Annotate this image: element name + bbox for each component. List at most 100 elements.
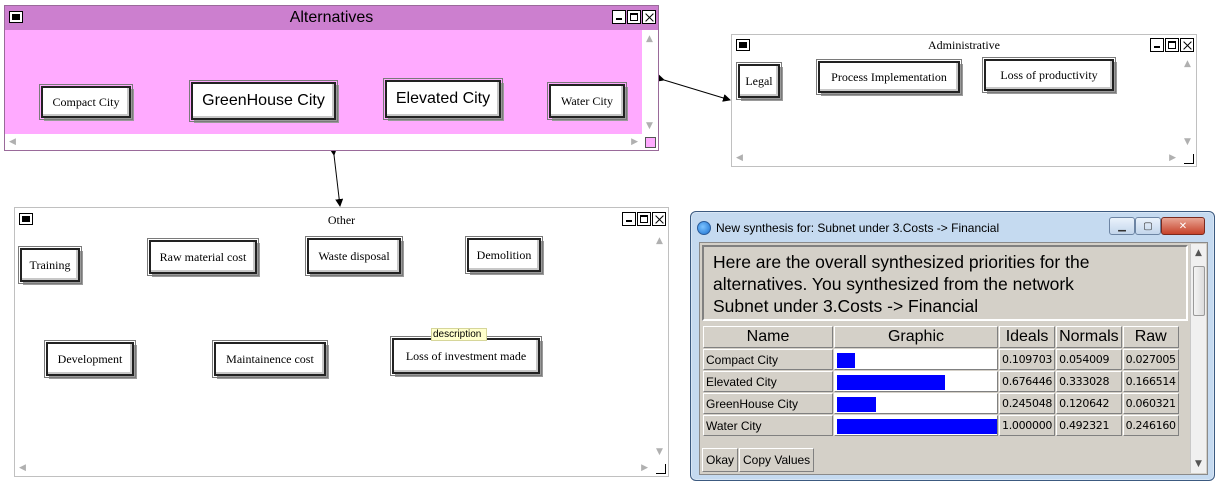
col-header-name[interactable]: Name (703, 326, 833, 348)
alternatives-titlebar[interactable]: Alternatives (5, 6, 658, 30)
graphic-cell (834, 349, 998, 370)
node-development[interactable]: Development (44, 340, 136, 378)
priority-bar (837, 375, 945, 390)
scroll-down-icon[interactable]: ▼ (646, 121, 653, 131)
table-row[interactable]: Compact City 0.109703 0.054009 0.027005 (703, 349, 1179, 370)
minimize-icon[interactable] (622, 212, 636, 226)
system-menu-icon[interactable] (19, 213, 33, 225)
maximize-icon[interactable] (627, 10, 641, 24)
node-legal[interactable]: Legal (736, 62, 782, 100)
close-icon[interactable] (642, 10, 656, 24)
table-row[interactable]: Elevated City 0.676446 0.333028 0.166514 (703, 371, 1179, 392)
horizontal-scrollbar[interactable]: ◀ ▶ (732, 150, 1180, 166)
minimize-icon[interactable] (1150, 38, 1164, 52)
maximize-icon[interactable] (1165, 38, 1179, 52)
administrative-window: Administrative Legal Process Implementat… (731, 34, 1197, 167)
resize-grip-icon[interactable] (645, 137, 656, 148)
maximize-icon[interactable]: ▢ (1135, 217, 1161, 235)
dialog-title: New synthesis for: Subnet under 3.Costs … (716, 221, 1000, 235)
normal-value: 0.120642 (1056, 393, 1122, 414)
priority-bar (837, 353, 855, 368)
node-tooltip: description (431, 328, 487, 341)
scroll-up-icon[interactable]: ▲ (1184, 59, 1191, 69)
node-demolition[interactable]: Demolition (465, 236, 543, 274)
col-header-normals[interactable]: Normals (1056, 326, 1122, 348)
node-greenhouse-city[interactable]: GreenHouse City (189, 80, 338, 122)
row-name: GreenHouse City (703, 393, 833, 414)
scroll-left-icon[interactable]: ◀ (736, 153, 743, 163)
table-header-row: Name Graphic Ideals Normals Raw (703, 326, 1179, 348)
other-canvas[interactable]: Training Raw material cost Waste disposa… (15, 232, 652, 460)
col-header-raw[interactable]: Raw (1122, 326, 1179, 348)
minimize-icon[interactable]: ▁ (1109, 217, 1135, 235)
scroll-up-icon[interactable]: ▲ (1195, 248, 1202, 258)
graphic-cell (834, 393, 998, 414)
node-training[interactable]: Training (18, 246, 82, 284)
scroll-left-icon[interactable]: ◀ (19, 463, 26, 473)
graphic-cell (834, 415, 998, 436)
close-icon[interactable] (652, 212, 666, 226)
scroll-down-icon[interactable]: ▼ (1195, 459, 1202, 469)
close-icon[interactable] (1180, 38, 1194, 52)
scroll-right-icon[interactable]: ▶ (631, 137, 638, 147)
node-waste-disposal[interactable]: Waste disposal (305, 236, 403, 276)
scroll-left-icon[interactable]: ◀ (9, 137, 16, 147)
message-line: Subnet under 3.Costs -> Financial (713, 296, 979, 316)
close-icon[interactable]: ✕ (1161, 217, 1205, 235)
synthesis-dialog: New synthesis for: Subnet under 3.Costs … (690, 211, 1215, 481)
vertical-scrollbar[interactable]: ▲ ▼ (1180, 55, 1196, 150)
resize-grip-icon[interactable] (656, 464, 666, 474)
alternatives-canvas[interactable]: Compact City GreenHouse City Elevated Ci… (5, 30, 642, 134)
administrative-titlebar[interactable]: Administrative (732, 35, 1196, 55)
scroll-right-icon[interactable]: ▶ (1169, 153, 1176, 163)
dialog-vertical-scrollbar[interactable]: ▲ ▼ (1190, 244, 1206, 473)
node-process-implementation[interactable]: Process Implementation (816, 59, 962, 95)
scroll-down-icon[interactable]: ▼ (1184, 137, 1191, 147)
system-menu-icon[interactable] (9, 11, 23, 23)
scroll-right-icon[interactable]: ▶ (641, 463, 648, 473)
node-water-city[interactable]: Water City (547, 82, 627, 120)
system-menu-icon[interactable] (736, 39, 750, 51)
scroll-up-icon[interactable]: ▲ (646, 34, 653, 44)
priorities-table: Name Graphic Ideals Normals Raw Compact … (702, 325, 1180, 437)
node-raw-material-cost[interactable]: Raw material cost (147, 238, 259, 276)
resize-grip-icon[interactable] (1184, 154, 1194, 164)
copy-values-button[interactable]: Copy Values (739, 448, 815, 472)
scroll-down-icon[interactable]: ▼ (656, 447, 663, 457)
scroll-thumb[interactable] (1193, 266, 1205, 316)
raw-value: 0.027005 (1122, 349, 1179, 370)
alternatives-window: Alternatives Compact City GreenHouse Cit… (4, 5, 659, 151)
node-loss-of-investment-made[interactable]: Loss of investment made (390, 336, 542, 376)
window-title: Alternatives (289, 9, 374, 26)
row-name: Elevated City (703, 371, 833, 392)
normal-value: 0.333028 (1056, 371, 1122, 392)
okay-button[interactable]: Okay (702, 448, 739, 472)
raw-value: 0.166514 (1122, 371, 1179, 392)
node-elevated-city[interactable]: Elevated City (383, 78, 503, 120)
priority-bar (837, 419, 997, 434)
maximize-icon[interactable] (637, 212, 651, 226)
vertical-scrollbar[interactable]: ▲ ▼ (652, 232, 668, 460)
scroll-up-icon[interactable]: ▲ (656, 236, 663, 246)
ideal-value: 1.000000 (999, 415, 1056, 436)
node-loss-of-productivity[interactable]: Loss of productivity (982, 57, 1116, 93)
raw-value: 0.246160 (1122, 415, 1179, 436)
table-row[interactable]: GreenHouse City 0.245048 0.120642 0.0603… (703, 393, 1179, 414)
administrative-canvas[interactable]: Legal Process Implementation Loss of pro… (732, 55, 1180, 150)
synthesis-message: Here are the overall synthesized priorit… (702, 245, 1188, 321)
col-header-ideals[interactable]: Ideals (999, 326, 1056, 348)
other-titlebar[interactable]: Other (15, 208, 668, 232)
table-row[interactable]: Water City 1.000000 0.492321 0.246160 (703, 415, 1179, 436)
ideal-value: 0.245048 (999, 393, 1056, 414)
horizontal-scrollbar[interactable]: ◀ ▶ (5, 134, 642, 150)
window-title: Other (327, 212, 356, 227)
normal-value: 0.492321 (1056, 415, 1122, 436)
vertical-scrollbar[interactable]: ▲ ▼ (642, 30, 658, 134)
col-header-graphic[interactable]: Graphic (834, 326, 998, 348)
horizontal-scrollbar[interactable]: ◀ ▶ (15, 460, 652, 476)
node-maintainence-cost[interactable]: Maintainence cost (212, 340, 328, 378)
node-compact-city[interactable]: Compact City (39, 84, 133, 120)
minimize-icon[interactable] (612, 10, 626, 24)
raw-value: 0.060321 (1122, 393, 1179, 414)
row-name: Compact City (703, 349, 833, 370)
